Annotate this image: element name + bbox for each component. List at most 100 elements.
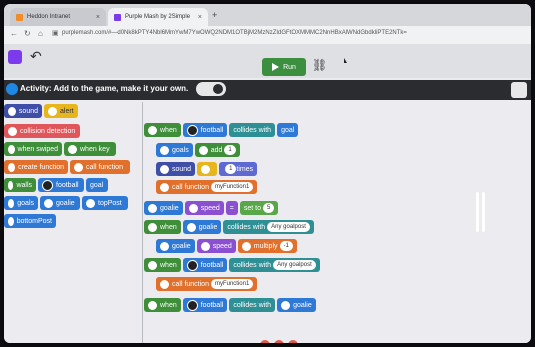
goals-block[interactable]: goals <box>156 143 193 157</box>
palette-block-sound[interactable]: sound <box>4 104 42 118</box>
football-block[interactable]: football <box>182 123 228 137</box>
value-field[interactable]: 1 <box>225 164 237 174</box>
palette-block-goal[interactable]: goal <box>86 178 108 192</box>
value-field[interactable]: -1 <box>279 241 293 251</box>
network-icon[interactable]: ⛓ <box>312 58 327 72</box>
equals-block[interactable]: = <box>225 201 238 215</box>
block-label: collides with <box>233 126 272 134</box>
goalie-block[interactable]: goalie <box>144 201 183 215</box>
audio-player[interactable] <box>196 82 226 96</box>
when-block[interactable]: when <box>144 123 181 137</box>
code-row[interactable]: sound 1 times <box>156 160 258 178</box>
goal-block[interactable]: goal <box>277 123 299 137</box>
function-icon <box>74 162 83 172</box>
football-block[interactable]: football <box>182 298 228 312</box>
block-label: sound <box>172 165 192 173</box>
football-icon <box>186 299 198 311</box>
palette-block-when-swiped[interactable]: when swiped <box>4 142 62 156</box>
when-block[interactable]: when <box>144 298 181 312</box>
collides-with-block[interactable]: collides with Any goalpost <box>229 258 320 272</box>
code-row[interactable]: when football collides with goalie <box>144 296 316 314</box>
palette-block-bottompost[interactable]: bottomPost <box>4 214 56 228</box>
goalie-icon <box>160 241 169 251</box>
block-label: goal <box>90 181 104 189</box>
url-field[interactable]: purplemash.com/#—d0Nk8kPTY4Nbl6MmYwM7YwO… <box>62 30 407 36</box>
palette-block-alert[interactable]: alert <box>44 104 78 118</box>
browser-tab-heddon[interactable]: Heddon Intranet × <box>10 8 106 26</box>
target-field[interactable]: Any goalpost <box>273 260 316 270</box>
code-row[interactable]: call function myFunction1 <box>156 178 258 196</box>
speed-block[interactable]: speed <box>184 201 224 215</box>
undo-icon[interactable]: ↶ <box>30 48 42 65</box>
collides-with-block[interactable]: collides with <box>229 123 276 137</box>
call-function-block[interactable]: call function myFunction1 <box>156 277 258 291</box>
block-label: walls <box>16 181 32 189</box>
set-to-block[interactable]: set to 5 <box>239 201 279 215</box>
palette-block-collision[interactable]: collision detection <box>4 124 80 138</box>
block-label: collides with <box>233 261 272 269</box>
document-icon[interactable] <box>511 82 527 98</box>
tab-label: Purple Mash by 2Simple <box>125 14 191 20</box>
code-row[interactable]: goalie speed = set to 5 <box>144 199 279 217</box>
target-field[interactable]: Any goalpost <box>267 222 310 232</box>
when-block[interactable]: when <box>144 258 181 272</box>
code-row[interactable]: when football collides with Any goalpost <box>144 256 320 274</box>
palette-block-walls[interactable]: walls <box>4 178 36 192</box>
code-row[interactable]: goalie speed multiply -1 <box>156 237 297 255</box>
scroll-track[interactable] <box>476 192 479 232</box>
when-icon <box>148 222 157 232</box>
home-icon[interactable]: ⌂ <box>38 29 43 38</box>
function-name-field[interactable]: myFunction1 <box>210 279 254 289</box>
collides-with-block[interactable]: collides with Any goalpost <box>223 220 314 234</box>
new-tab-button[interactable]: + <box>212 10 217 20</box>
scroll-thumb[interactable] <box>482 192 485 232</box>
speed-block[interactable]: speed <box>196 239 236 253</box>
goalie-block[interactable]: goalie <box>182 220 222 234</box>
palette-block-create-function[interactable]: create function <box>4 160 68 174</box>
palette-block-call-function[interactable]: call function <box>70 160 130 174</box>
close-tab-icon[interactable]: × <box>96 14 100 21</box>
palette-block-goalie[interactable]: goalie <box>40 196 80 210</box>
keyboard-icon <box>68 144 77 154</box>
when-block[interactable]: when <box>144 220 181 234</box>
block-label: football <box>56 181 79 189</box>
menu-icon[interactable] <box>8 50 22 64</box>
close-tab-icon[interactable]: × <box>198 14 202 21</box>
palette-block-goals[interactable]: goals <box>4 196 38 210</box>
back-icon[interactable]: ← <box>10 29 18 38</box>
red-circle-icon[interactable] <box>260 340 270 343</box>
code-row[interactable]: when goalie collides with Any goalpost <box>144 218 314 236</box>
goals-icon <box>160 145 169 155</box>
palette-block-toppost[interactable]: topPost <box>82 196 128 210</box>
block-label: goals <box>17 199 34 207</box>
code-row[interactable]: goals add 1 <box>156 141 240 159</box>
repeat-block[interactable]: 1 times <box>219 162 258 176</box>
collision-icon <box>8 126 17 136</box>
code-row[interactable]: call function myFunction1 <box>156 275 258 293</box>
collides-with-block[interactable]: collides with <box>229 298 276 312</box>
call-function-block[interactable]: call function myFunction1 <box>156 180 258 194</box>
value-field[interactable]: 1 <box>224 145 236 155</box>
block-label: set to <box>243 204 261 212</box>
browser-tab-purple-mash[interactable]: Purple Mash by 2Simple × <box>108 8 208 26</box>
goalie-block[interactable]: goalie <box>156 239 195 253</box>
play-audio-icon[interactable] <box>213 84 223 94</box>
scrollbar[interactable] <box>476 192 488 232</box>
reload-icon[interactable]: ↻ <box>24 29 31 38</box>
value-field[interactable]: 5 <box>262 203 275 213</box>
multiply-block[interactable]: multiply -1 <box>237 239 297 253</box>
palette-block-when-key[interactable]: when key <box>64 142 116 156</box>
palette-block-football[interactable]: football <box>38 178 84 192</box>
block-label: football <box>200 126 224 134</box>
red-circle-icon[interactable] <box>288 340 298 343</box>
sound-choice[interactable] <box>197 162 218 176</box>
football-block[interactable]: football <box>182 258 228 272</box>
add-block[interactable]: add 1 <box>194 143 240 157</box>
code-row[interactable]: when football collides with goal <box>144 121 299 139</box>
red-circle-icon[interactable] <box>274 340 284 343</box>
run-button[interactable]: Run <box>262 58 306 76</box>
function-name-field[interactable]: myFunction1 <box>210 182 254 192</box>
block-label: collision detection <box>20 127 76 135</box>
goalie-block[interactable]: goalie <box>277 298 316 312</box>
sound-block[interactable]: sound <box>156 162 196 176</box>
